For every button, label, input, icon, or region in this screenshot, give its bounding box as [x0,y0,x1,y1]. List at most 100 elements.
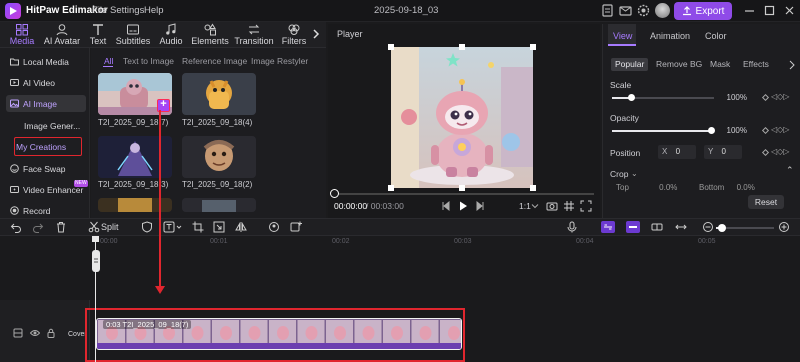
add-media-icon[interactable] [290,221,302,233]
eye-icon[interactable] [30,328,40,338]
link-icon[interactable] [601,221,615,233]
sidebar-item-face-swap[interactable]: Face Swap [6,160,86,177]
pill-mask[interactable]: Mask [706,58,734,71]
tab-text[interactable]: Text [87,22,109,48]
fullscreen-icon[interactable] [580,200,592,212]
tab-subtitles[interactable]: Subtitles [115,22,151,48]
resize-handle[interactable] [388,44,394,50]
chevron-down-icon[interactable]: ⌄ [631,169,638,178]
sidebar-item-image-generator[interactable]: Image Gener... [6,117,86,134]
crop-label[interactable]: Crop [610,169,628,179]
resize-handle[interactable] [459,44,465,50]
crop-icon[interactable] [192,221,204,233]
redo-icon[interactable] [32,221,44,233]
face-detect-icon[interactable] [268,221,280,233]
menu-help[interactable]: Help [144,5,164,16]
play-icon[interactable] [457,200,469,212]
subtab-all[interactable]: All [104,56,113,66]
keyframe-nav-icon[interactable]: ◁◇▷ [771,125,789,134]
magnet-icon[interactable] [626,221,640,233]
chevron-up-icon[interactable]: ⌃ [786,165,794,176]
tab-filters[interactable]: Filters [280,22,308,48]
text-tool-icon[interactable] [163,221,183,233]
resize-handle[interactable] [459,185,465,191]
detach-icon[interactable] [651,221,663,233]
chevron-right-icon[interactable] [311,28,321,40]
pill-popular[interactable]: Popular [611,58,649,71]
minimize-icon[interactable] [742,3,757,18]
tab-view[interactable]: View [613,31,632,41]
settings-icon[interactable] [636,3,651,18]
media-thumbnail[interactable] [98,136,172,178]
scissors-icon[interactable] [88,221,100,233]
export-button[interactable]: Export [674,2,732,20]
reset-button[interactable]: Reset [748,195,784,209]
media-thumbnail[interactable] [98,198,172,212]
media-thumbnail[interactable] [182,73,256,115]
grid-icon[interactable] [563,200,575,212]
previous-frame-icon[interactable] [440,200,452,212]
position-y-input[interactable]: Y 0 [704,145,742,159]
resize-handle[interactable] [388,185,394,191]
camera-icon[interactable] [546,200,558,212]
sidebar-item-local-media[interactable]: Local Media [6,53,86,70]
pill-remove-bg[interactable]: Remove BG [652,58,706,71]
keyframe-nav-icon[interactable]: ◁◇▷ [771,147,789,156]
delete-icon[interactable] [55,221,67,233]
undo-icon[interactable] [10,221,22,233]
playhead-handle[interactable] [92,250,100,272]
tab-elements[interactable]: Elements [191,22,229,48]
opacity-value[interactable]: 100% [725,126,747,135]
opacity-slider-knob[interactable] [708,127,715,134]
mail-icon[interactable] [618,3,633,18]
subtab-reference-image[interactable]: Reference Image [182,56,247,66]
media-thumbnail[interactable] [182,136,256,178]
zoom-out-icon[interactable] [702,221,714,233]
shield-icon[interactable] [141,221,153,233]
subtab-image-restyler[interactable]: Image Restyler [251,56,308,66]
sidebar-item-ai-image[interactable]: AI Image [6,95,86,112]
tab-ai-avatar[interactable]: AI Avatar [43,22,81,48]
scale-slider-knob[interactable] [628,94,635,101]
position-x-input[interactable]: X 0 [658,145,696,159]
next-frame-icon[interactable] [474,200,486,212]
resize-handle[interactable] [530,44,536,50]
track-storage-icon[interactable] [13,328,23,338]
document-icon[interactable] [600,3,615,18]
tab-audio[interactable]: Audio [158,22,184,48]
sidebar-item-record[interactable]: Record [6,202,86,219]
tab-transition[interactable]: Transition [234,22,274,48]
subtab-text-to-image[interactable]: Text to Image [123,56,174,66]
sidebar-item-ai-video[interactable]: AI Video [6,74,86,91]
fit-timeline-icon[interactable] [675,221,687,233]
tab-animation[interactable]: Animation [650,31,690,41]
mirror-icon[interactable] [235,221,247,233]
chevron-right-icon[interactable] [788,60,796,70]
zoom-slider-knob[interactable] [718,224,726,232]
timeline-ruler[interactable] [86,236,800,250]
split-button[interactable]: Split [101,222,119,232]
progress-bar[interactable] [332,193,594,195]
lock-icon[interactable] [46,328,56,338]
resize-handle[interactable] [530,185,536,191]
crop-top-field[interactable]: Top 0.0% [616,183,677,192]
menu-file[interactable]: File [92,5,107,16]
keyframe-nav-icon[interactable]: ◁◇▷ [771,92,789,101]
pill-effects[interactable]: Effects [739,58,773,71]
chevron-down-icon[interactable] [531,200,539,212]
crop-bottom-field[interactable]: Bottom 0.0% [699,183,755,192]
preview-canvas[interactable] [391,47,533,188]
progress-knob[interactable] [330,189,339,198]
playhead-top[interactable] [92,236,99,242]
avatar[interactable] [655,3,670,18]
media-thumbnail[interactable] [182,198,256,212]
microphone-icon[interactable] [566,221,578,233]
cover-label[interactable]: Cover [68,331,87,338]
maximize-icon[interactable] [762,3,777,18]
tab-media[interactable]: Media [8,22,36,48]
aspect-ratio[interactable]: 1:1 [519,201,531,211]
tab-color[interactable]: Color [705,31,727,41]
close-icon[interactable] [782,3,797,18]
resize-icon[interactable] [213,221,225,233]
menu-settings[interactable]: Settings [110,5,144,16]
